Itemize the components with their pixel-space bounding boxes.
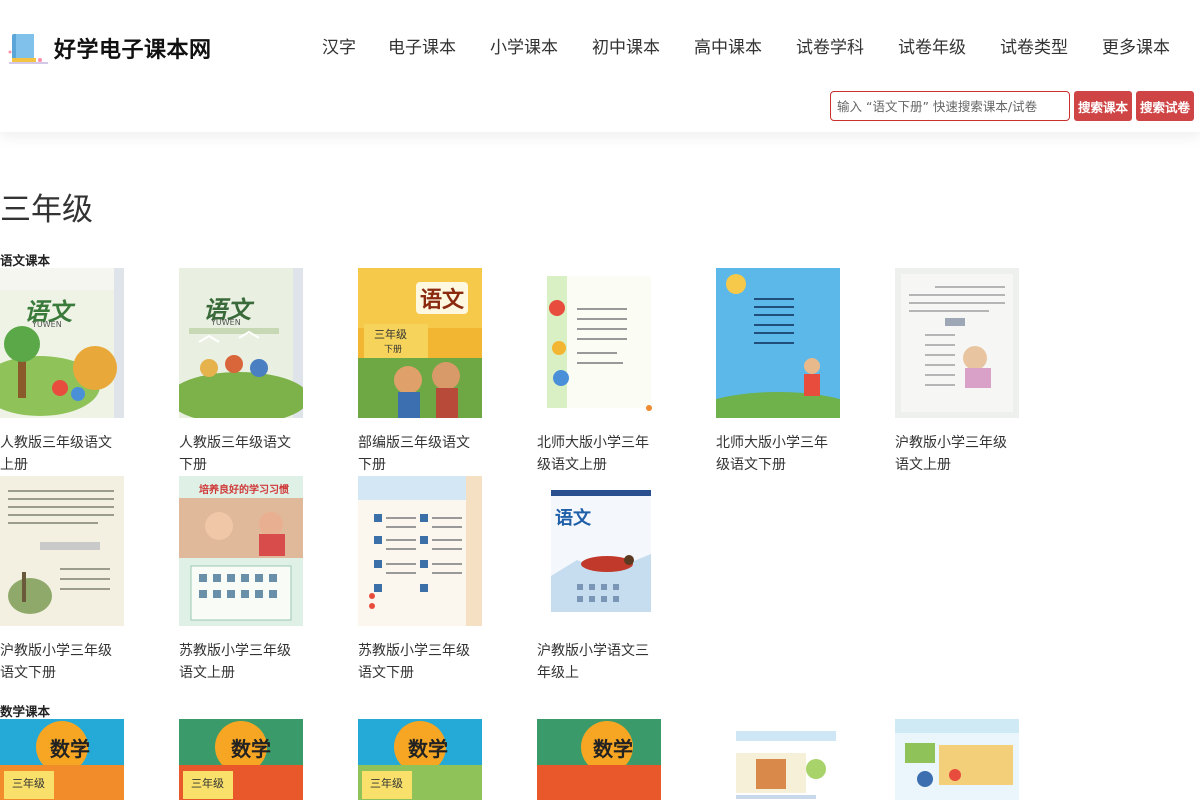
title-line: 上册 [0,457,28,473]
title-line: 语文下册 [0,665,56,681]
cover-title: 数学 [408,737,448,761]
title-line: 级语文下册 [716,457,786,473]
book-title[interactable]: 北师大版小学三年 级语文上册 [537,432,665,476]
title-line: 北师大版小学三年 [537,435,649,451]
title-line: 语文下册 [358,665,414,681]
title-line: 年级上 [537,665,579,681]
section-label-chinese: 语文课本 [0,253,51,268]
book-title[interactable]: 沪教版小学三年级 语文下册 [0,640,128,684]
nav-item-exam-grade[interactable]: 试卷年级 [898,33,966,58]
book-title[interactable]: 人教版三年级语文 上册 [0,432,128,476]
book-cover[interactable] [537,268,661,418]
book-cover[interactable] [895,719,1019,800]
book-cover[interactable]: 数学 三年级 [358,719,482,800]
title-line: 沪教版小学语文三 [537,643,649,659]
title-line: 沪教版小学三年级 [895,435,1007,451]
book-cover[interactable] [358,476,482,626]
nav-item-primary[interactable]: 小学课本 [490,33,558,58]
book-title[interactable]: 人教版三年级语文 下册 [179,432,307,476]
cover-title: 语文 [555,508,591,529]
cover-title: 数学 [593,737,633,761]
book-cover[interactable] [716,268,840,418]
title-line: 下册 [358,457,386,473]
cover-title: 数学 [231,737,271,761]
cover-title: 语文 [416,282,469,314]
book-cover[interactable] [716,719,840,800]
cover-grade: 三年级 [12,777,45,790]
book-title[interactable]: 沪教版小学语文三 年级上 [537,640,665,684]
title-line: 苏教版小学三年级 [179,643,291,659]
book-cover[interactable] [0,476,124,626]
cover-pinyin: YUWEN [32,320,62,329]
cover-title: 数学 [50,737,90,761]
title-line: 语文上册 [895,457,951,473]
nav-item-more[interactable]: 更多课本 [1102,33,1170,58]
cover-volume: 下册 [384,345,403,355]
book-cover[interactable]: 数学 三年级 [179,719,303,800]
search-input[interactable] [830,91,1070,121]
book-cover[interactable]: 数学 [537,719,661,800]
nav-item-junior[interactable]: 初中课本 [592,33,660,58]
cover-pinyin: YUWEN [211,318,241,327]
title-line: 人教版三年级语文 [179,435,291,451]
nav-item-exam-type[interactable]: 试卷类型 [1000,33,1068,58]
title-line: 下册 [179,457,207,473]
book-title[interactable]: 部编版三年级语文 下册 [358,432,486,476]
title-line: 苏教版小学三年级 [358,643,470,659]
nav-item-senior[interactable]: 高中课本 [694,33,762,58]
site-header: 好学电子课本网 汉字 电子课本 小学课本 初中课本 高中课本 试卷学科 试卷年级… [0,0,1200,132]
book-cover[interactable]: 培养良好的学习习惯 [179,476,303,626]
cover-grade: 三年级 [191,777,224,790]
nav-item-exam-subject[interactable]: 试卷学科 [796,33,864,58]
section-label-math: 数学课本 [0,704,51,719]
title-line: 沪教版小学三年级 [0,643,112,659]
search-books-button[interactable]: 搜索课本 [1074,91,1133,121]
search-bar: 搜索课本 搜索试卷 [830,90,1195,122]
main-nav: 汉字 电子课本 小学课本 初中课本 高中课本 试卷学科 试卷年级 试卷类型 更多… [0,33,1200,61]
book-cover[interactable]: 语文 [537,476,661,626]
title-line: 级语文上册 [537,457,607,473]
title-line: 人教版三年级语文 [0,435,112,451]
nav-item-hanzi[interactable]: 汉字 [322,33,356,58]
title-line: 北师大版小学三年 [716,435,828,451]
nav-item-ebooks[interactable]: 电子课本 [388,33,456,58]
book-cover[interactable]: 语文 YUWEN [0,268,124,418]
book-title[interactable]: 苏教版小学三年级 语文下册 [358,640,486,684]
book-cover[interactable] [895,268,1019,418]
page-title: 三年级 [0,192,93,228]
cover-grade: 三年级 [374,328,407,341]
title-line: 语文上册 [179,665,235,681]
book-title[interactable]: 沪教版小学三年级 语文上册 [895,432,1023,476]
book-title[interactable]: 苏教版小学三年级 语文上册 [179,640,307,684]
book-cover[interactable]: 语文 YUWEN [179,268,303,418]
book-cover[interactable]: 语文 三年级 下册 [358,268,482,418]
title-line: 部编版三年级语文 [358,435,470,451]
cover-grade: 三年级 [370,777,403,790]
search-papers-button[interactable]: 搜索试卷 [1136,91,1195,121]
book-title[interactable]: 北师大版小学三年 级语文下册 [716,432,844,476]
book-cover[interactable]: 数学 三年级 [0,719,124,800]
cover-heading: 培养良好的学习习惯 [199,485,289,496]
